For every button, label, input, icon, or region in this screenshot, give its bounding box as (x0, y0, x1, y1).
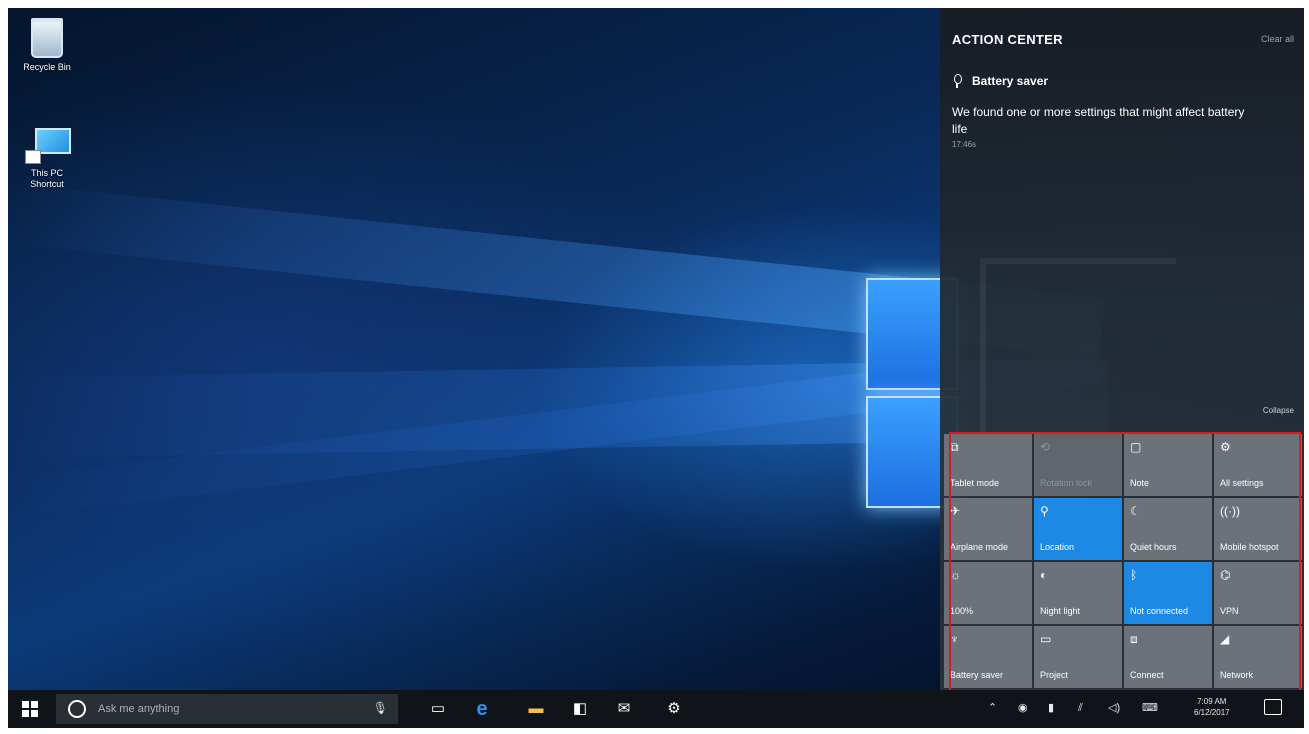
store-icon[interactable]: ◧ (568, 698, 592, 720)
edge-icon[interactable]: e (470, 698, 494, 720)
battery-icon[interactable]: ▮ (1048, 700, 1054, 716)
battery-saver-icon (952, 74, 962, 88)
computer-icon (25, 128, 71, 164)
task-view-icon[interactable]: ▭ (426, 698, 450, 720)
file-explorer-icon[interactable]: ▬ (524, 698, 548, 720)
search-box[interactable]: Ask me anything 🎙︎ (56, 694, 398, 724)
mail-icon[interactable]: ✉ (612, 698, 636, 720)
volume-icon[interactable]: ◁) (1108, 700, 1120, 716)
highlight-box (949, 432, 1301, 692)
notification-body: We found one or more settings that might… (952, 105, 1245, 136)
notification-card[interactable]: Battery saver We found one or more setti… (952, 74, 1292, 149)
clear-all-link[interactable]: Clear all (1261, 34, 1294, 44)
recycle-bin-icon (31, 18, 63, 58)
wallpaper-reflection (980, 258, 1176, 444)
microphone-icon[interactable]: 🎙︎ (373, 701, 388, 715)
search-placeholder: Ask me anything (98, 703, 180, 715)
network-icon[interactable]: ⫽ (1078, 700, 1083, 716)
action-center-title: ACTION CENTER (952, 32, 1063, 47)
keyboard-icon[interactable]: ⌨ (1142, 700, 1158, 716)
desktop-icon-this-pc[interactable]: This PC Shortcut (12, 128, 82, 190)
clock-date: 6/12/2017 (1194, 708, 1230, 717)
cortana-icon (68, 700, 86, 718)
chevron-up-icon[interactable]: ⌃ (988, 700, 997, 716)
desktop-icon-label: This PC Shortcut (30, 168, 64, 189)
desktop-icon-recycle-bin[interactable]: Recycle Bin (12, 18, 82, 73)
action-center-icon[interactable] (1264, 699, 1282, 715)
notification-title: Battery saver (972, 74, 1049, 88)
taskbar: Ask me anything 🎙︎ ▭ e ▬ ◧ ✉ ⚙ ⌃ ◉ ▮ ⫽ ◁) ⌨ 7:09 A… (8, 690, 1304, 728)
location-icon[interactable]: ◉ (1018, 700, 1028, 716)
desktop-icon-label: Recycle Bin (23, 62, 71, 72)
clock-time: 7:09 AM (1197, 697, 1227, 706)
clock[interactable]: 7:09 AM 6/12/2017 (1194, 696, 1230, 718)
settings-icon[interactable]: ⚙ (662, 698, 686, 720)
collapse-link[interactable]: Collapse (1263, 406, 1294, 415)
start-button[interactable] (22, 701, 38, 717)
notification-time: 17:46s (952, 140, 977, 149)
